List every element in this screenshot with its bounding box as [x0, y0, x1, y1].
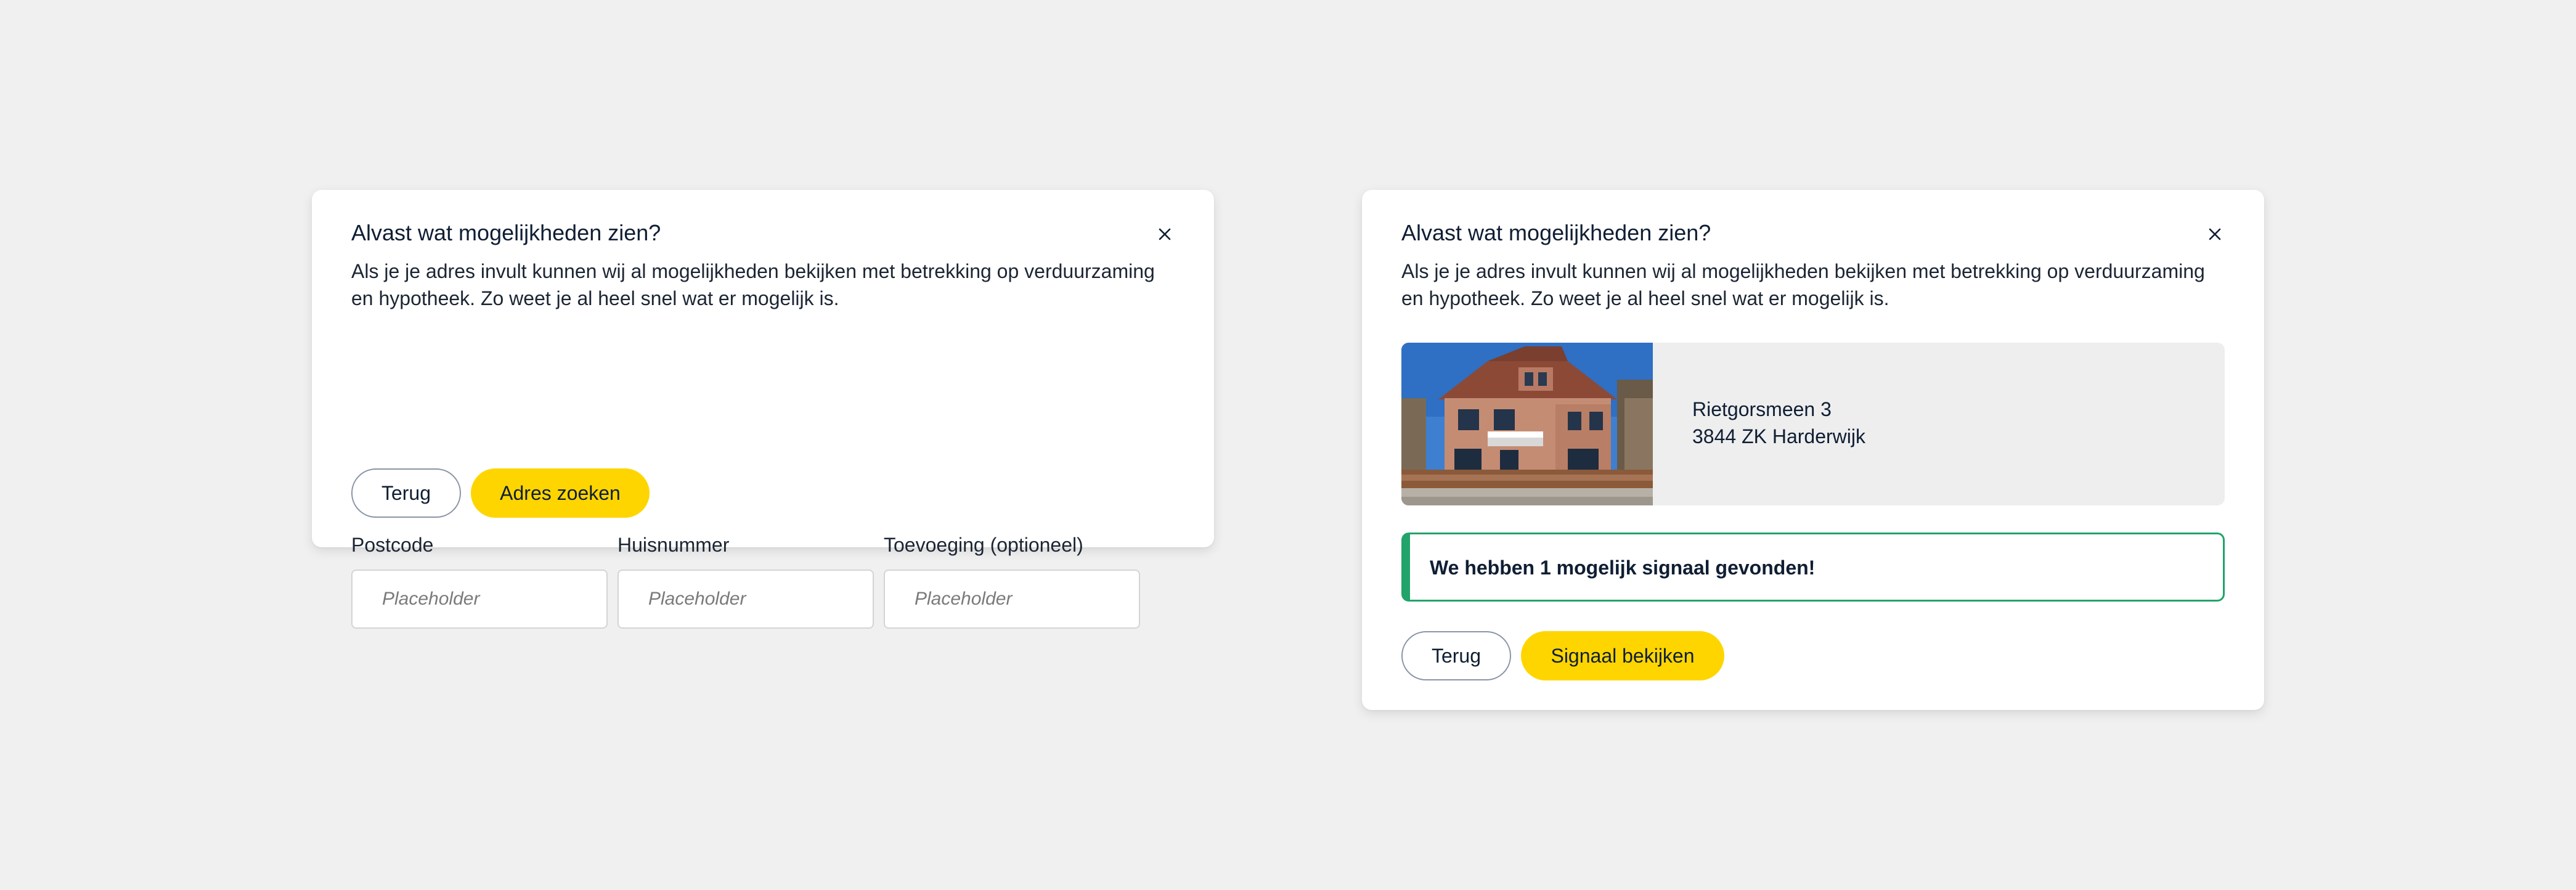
- address-result-modal: Alvast wat mogelijkheden zien? Als je je…: [1362, 190, 2264, 710]
- modal-title: Alvast wat mogelijkheden zien?: [351, 220, 661, 245]
- address-card: Rietgorsmeen 3 3844 ZK Harderwijk: [1401, 343, 2225, 505]
- close-icon[interactable]: [2205, 224, 2225, 244]
- address-postal-city: 3844 ZK Harderwijk: [1692, 425, 1865, 447]
- postcode-input[interactable]: [351, 570, 608, 629]
- house-photo: [1401, 343, 1653, 505]
- modal-description: Als je je adres invult kunnen wij al mog…: [1401, 260, 2205, 309]
- close-icon[interactable]: [1155, 224, 1175, 244]
- modal-title: Alvast wat mogelijkheden zien?: [1401, 220, 1711, 245]
- back-button[interactable]: Terug: [351, 468, 461, 518]
- modal-description: Als je je adres invult kunnen wij al mog…: [351, 260, 1155, 309]
- huisnummer-label: Huisnummer: [618, 534, 730, 556]
- signal-alert-text: We hebben 1 mogelijk signaal gevonden!: [1430, 557, 1816, 579]
- view-signal-button[interactable]: Signaal bekijken: [1521, 631, 1724, 680]
- close-button[interactable]: [2205, 224, 2225, 244]
- address-text: Rietgorsmeen 3 3844 ZK Harderwijk: [1692, 396, 1865, 450]
- back-button[interactable]: Terug: [1401, 631, 1511, 680]
- toevoeging-input[interactable]: [884, 570, 1140, 629]
- address-street: Rietgorsmeen 3: [1692, 398, 1832, 420]
- signal-alert: We hebben 1 mogelijk signaal gevonden!: [1401, 533, 2225, 602]
- search-address-button[interactable]: Adres zoeken: [471, 468, 650, 518]
- address-lookup-modal: Alvast wat mogelijkheden zien? Als je je…: [312, 190, 1214, 629]
- close-button[interactable]: [1155, 224, 1175, 244]
- huisnummer-input[interactable]: [618, 570, 874, 629]
- toevoeging-label: Toevoeging (optioneel): [884, 534, 1083, 556]
- postcode-label: Postcode: [351, 534, 434, 556]
